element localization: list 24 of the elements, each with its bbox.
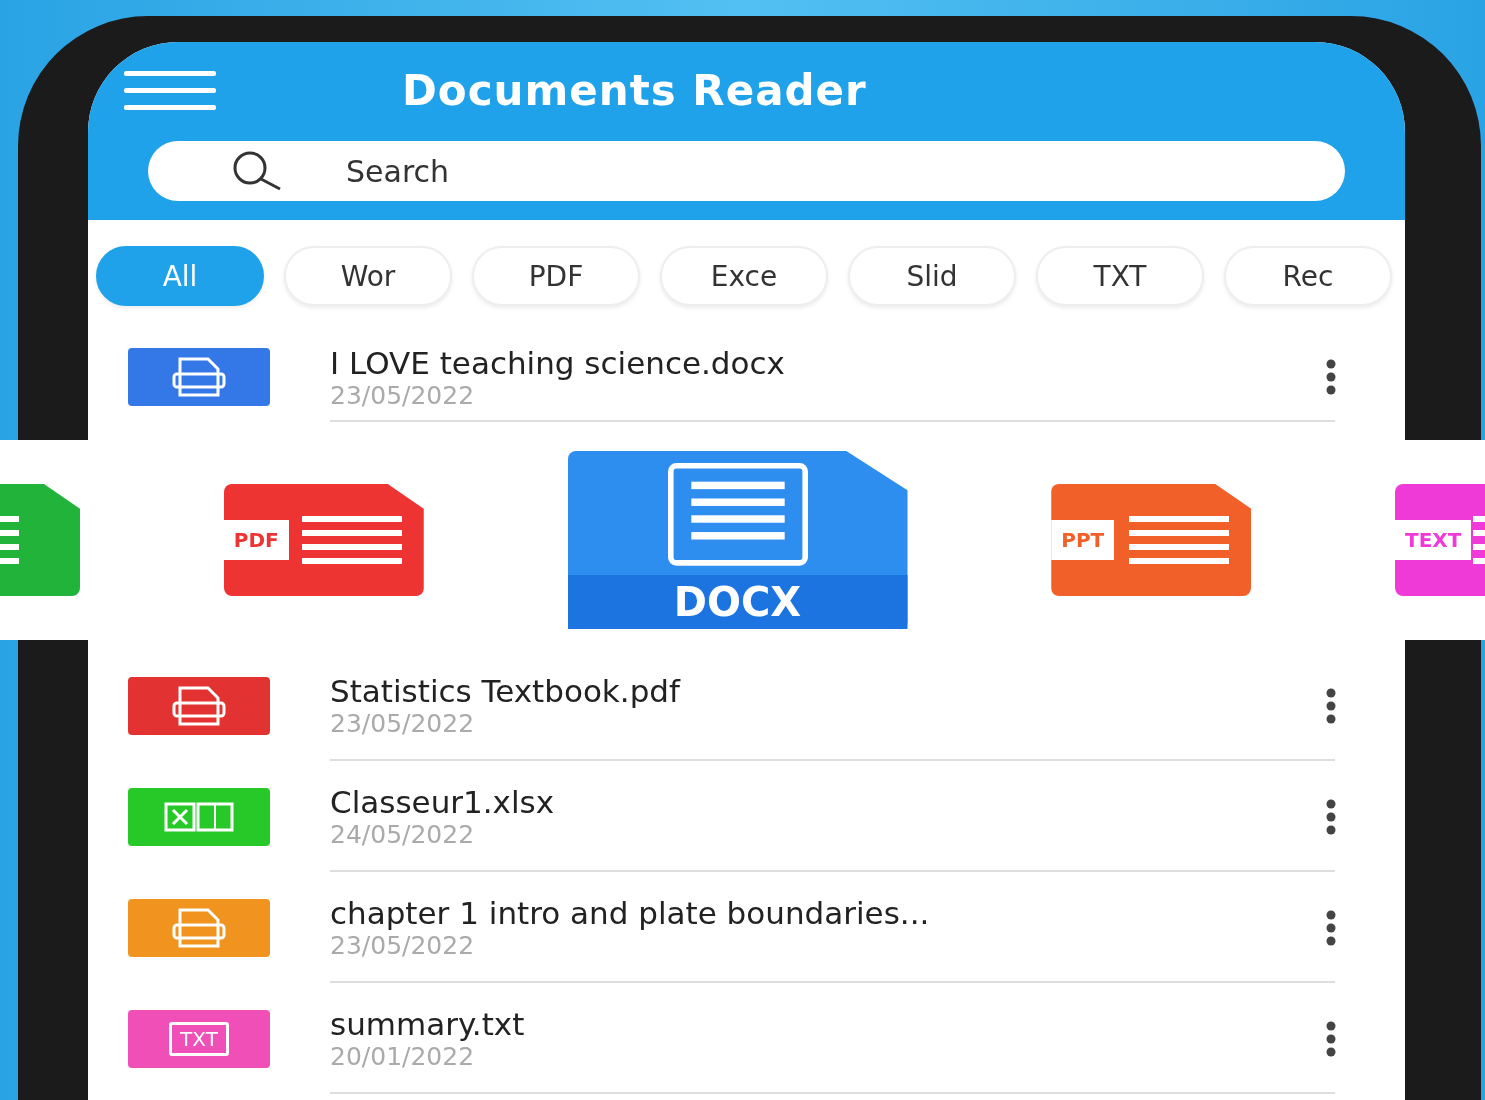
file-name: chapter 1 intro and plate boundaries... [330, 895, 931, 931]
app-title: Documents Reader [402, 66, 867, 115]
file-date: 23/05/2022 [330, 380, 476, 410]
file-date: 20/01/2022 [330, 1042, 476, 1071]
file-type-icon: PDF [223, 484, 424, 596]
file-name: summary.txt [330, 1006, 526, 1042]
menu-icon[interactable] [124, 70, 216, 111]
file-date: 23/05/2022 [330, 709, 476, 738]
file-type-icon: DOCX [567, 451, 908, 629]
file-type-icon: TEXT [1395, 484, 1485, 596]
file-icon: TXT [128, 1009, 270, 1068]
filter-chip[interactable]: Rec [1224, 246, 1392, 306]
file-date: 23/05/2022 [330, 931, 476, 960]
file-type-icon: PPT [1051, 484, 1252, 596]
file-name: Classeur1.xlsx [330, 784, 556, 820]
file-date: 24/05/2022 [330, 820, 476, 849]
filter-chip[interactable]: Exce [660, 246, 828, 306]
filter-chip[interactable]: Slid [848, 246, 1016, 306]
filter-chip[interactable]: Wor [284, 246, 452, 306]
filter-chip[interactable]: TXT [1036, 246, 1204, 306]
search-field[interactable]: Search [148, 141, 1345, 201]
filter-chip[interactable]: PDF [472, 246, 640, 306]
file-name: I LOVE teaching science.docx [330, 344, 786, 381]
file-name: Statistics Textbook.pdf [330, 673, 682, 709]
